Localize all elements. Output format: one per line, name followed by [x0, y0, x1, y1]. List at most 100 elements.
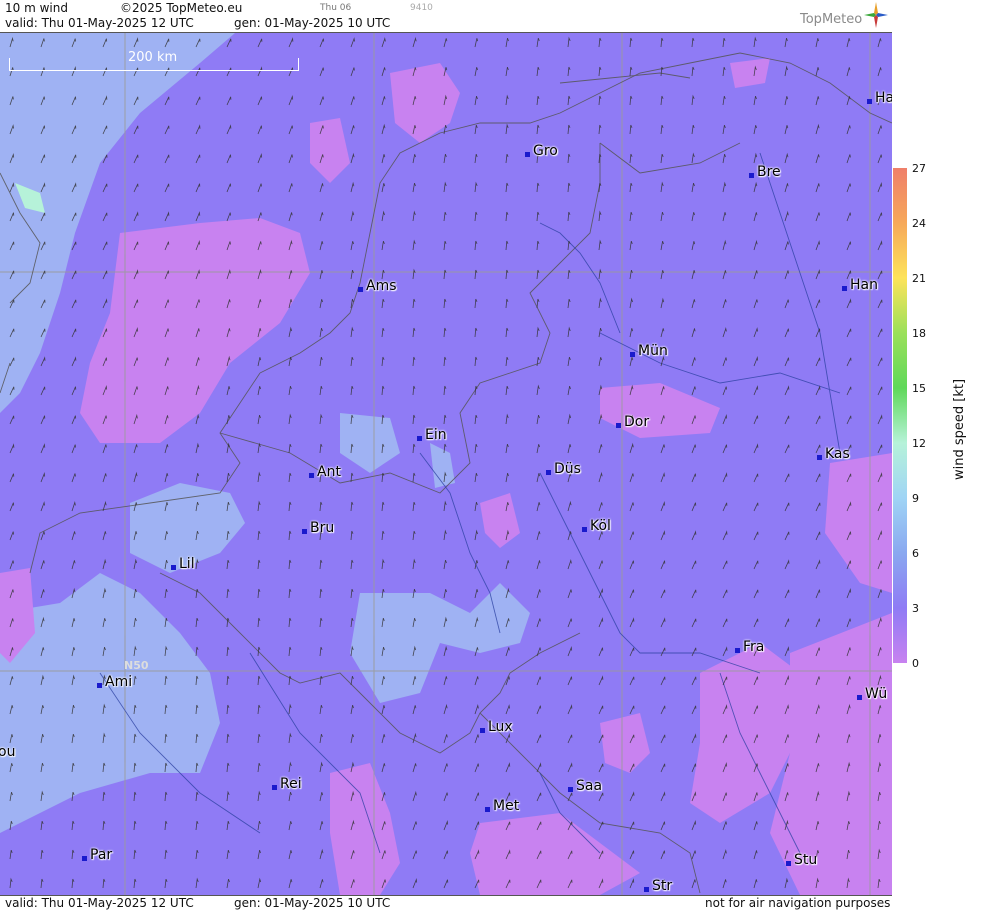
city-label[interactable]: Lil [171, 556, 195, 572]
wind-arrow-icon [40, 356, 46, 367]
city-label[interactable]: Düs [546, 461, 581, 477]
city-label[interactable]: Ami [97, 674, 132, 690]
legend-tick-label: 12 [912, 437, 926, 450]
wind-arrow-icon [567, 413, 572, 425]
wind-arrow-icon [350, 588, 354, 599]
wind-arrow-icon [319, 96, 324, 106]
wind-arrow-icon [877, 212, 883, 222]
wind-arrow-icon [443, 269, 447, 280]
wind-arrow-icon [443, 763, 448, 773]
city-label[interactable]: Ein [417, 427, 447, 443]
wind-arrow-icon [660, 240, 664, 251]
wind-arrow-icon [877, 38, 882, 48]
wind-arrow-icon [784, 65, 788, 77]
city-label[interactable]: Wü [857, 686, 887, 702]
wind-arrow-icon [257, 183, 262, 193]
wind-arrow-icon [691, 212, 695, 222]
wind-arrow-icon [815, 154, 820, 164]
wind-arrow-icon [164, 878, 168, 889]
wind-arrow-icon [536, 124, 540, 135]
wind-arrow-icon [133, 820, 137, 831]
wind-arrow-icon [412, 878, 418, 889]
wind-arrow-icon [784, 589, 790, 599]
wind-arrow-icon [381, 240, 385, 251]
wind-arrow-icon [753, 327, 758, 338]
wind-arrow-icon [722, 37, 726, 48]
wind-arrow-icon [474, 269, 478, 280]
wind-arrow-icon [257, 38, 263, 48]
wind-arrow-icon [567, 762, 573, 773]
wind-arrow-icon [319, 183, 324, 193]
wind-arrow-icon [474, 153, 478, 164]
wind-arrow-icon [784, 241, 789, 251]
city-label[interactable]: Han [842, 277, 878, 293]
city-label[interactable]: Fra [735, 639, 764, 655]
city-marker-icon [644, 887, 649, 892]
wind-arrow-icon [195, 183, 201, 193]
wind-arrow-icon [288, 154, 293, 164]
city-label[interactable]: Gro [525, 143, 558, 159]
wind-arrow-icon [164, 820, 168, 831]
city-label[interactable]: Ant [309, 464, 341, 480]
wind-arrow-icon [71, 328, 77, 338]
wind-arrow-icon [660, 472, 665, 483]
city-label[interactable]: Lux [480, 719, 513, 735]
city-label[interactable]: ou [0, 744, 15, 760]
city-label[interactable]: Dor [616, 414, 649, 430]
wind-arrow-icon [381, 356, 385, 367]
wind-arrow-icon [381, 327, 385, 338]
wind-arrow-icon [412, 298, 416, 309]
city-marker-icon [842, 286, 847, 291]
wind-arrow-icon [474, 67, 478, 77]
city-label[interactable]: Saa [568, 778, 602, 794]
wind-arrow-icon [660, 153, 664, 164]
city-label[interactable]: Bru [302, 520, 334, 536]
wind-arrow-icon [660, 328, 665, 338]
city-label[interactable]: Stu [786, 852, 817, 868]
wind-arrow-icon [288, 646, 292, 657]
wind-arrow-icon [536, 182, 540, 193]
wind-arrow-icon [691, 386, 696, 396]
wind-arrow-icon [257, 530, 261, 541]
city-label[interactable]: Bre [749, 164, 781, 180]
city-label[interactable]: Köl [582, 518, 611, 534]
city-label[interactable]: Ha [867, 90, 892, 106]
wind-map[interactable]: 200 km N50 Ha Gro Bre Han Ams Mün Dor Ei… [0, 33, 892, 895]
wind-arrow-icon [846, 618, 851, 628]
city-label[interactable]: Ams [358, 278, 397, 294]
city-label[interactable]: Mün [630, 343, 668, 359]
wind-arrow-icon [350, 501, 354, 512]
wind-arrow-icon [71, 531, 76, 541]
city-label[interactable]: Par [82, 847, 112, 863]
wind-arrow-icon [133, 878, 137, 889]
wind-arrow-icon [257, 733, 261, 744]
wind-arrow-icon [753, 36, 757, 48]
wind-arrow-icon [164, 125, 170, 135]
wind-arrow-icon [288, 443, 292, 454]
city-label[interactable]: Kas [817, 446, 850, 462]
wind-arrow-icon [164, 849, 168, 860]
wind-arrow-icon [629, 850, 635, 860]
wind-arrow-icon [846, 357, 852, 367]
wind-arrow-icon [567, 646, 573, 657]
wind-arrow-icon [443, 559, 447, 570]
wind-arrow-icon [133, 154, 139, 164]
wind-arrow-icon [288, 183, 293, 193]
wind-arrow-icon [350, 125, 355, 135]
city-label[interactable]: Rei [272, 776, 302, 792]
city-marker-icon [817, 455, 822, 460]
wind-arrow-icon [784, 299, 789, 309]
wind-arrow-icon [288, 559, 292, 570]
wind-arrow-icon [598, 95, 602, 106]
wind-arrow-icon [381, 501, 385, 512]
wind-arrow-icon [474, 501, 478, 512]
wind-arrow-icon [722, 326, 727, 338]
wind-arrow-icon [412, 268, 416, 280]
city-label[interactable]: Met [485, 798, 519, 814]
city-label[interactable]: Str [644, 878, 672, 894]
wind-arrow-icon [753, 152, 758, 164]
wind-arrow-icon [660, 705, 666, 715]
legend-tick-label: 0 [912, 657, 919, 670]
wind-arrow-icon [319, 675, 323, 686]
wind-arrow-icon [722, 618, 728, 628]
